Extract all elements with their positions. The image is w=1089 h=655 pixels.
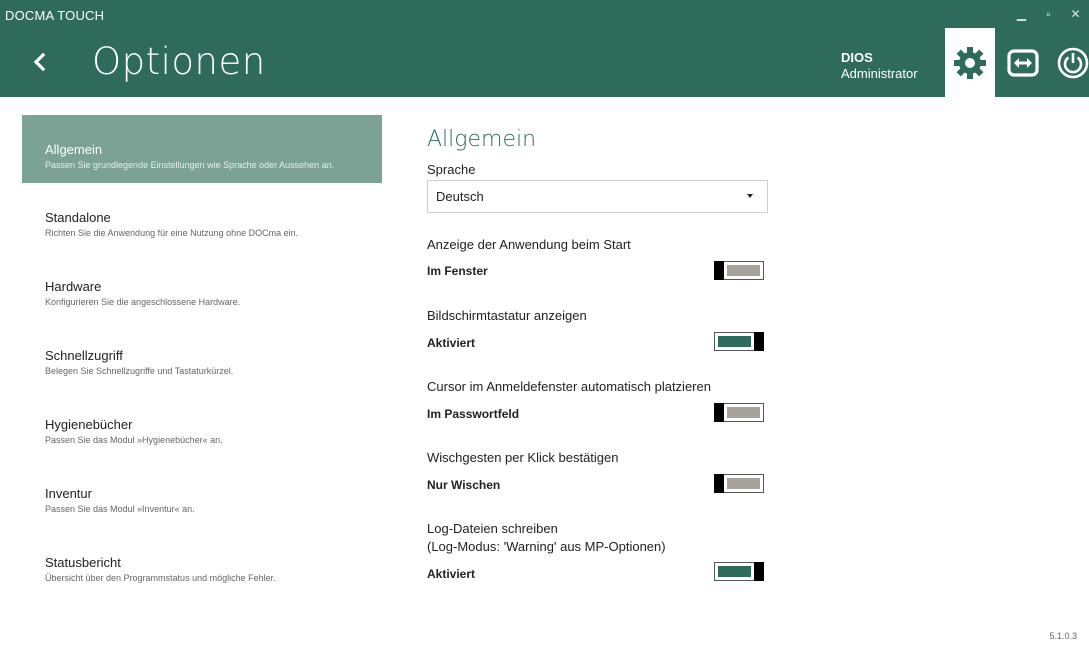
sidebar-item-desc: Konfigurieren Sie die angeschlossene Har…	[45, 297, 241, 307]
toggle-track	[718, 336, 751, 347]
toggle-onscreen-keyboard[interactable]	[714, 332, 764, 351]
user-name: DIOS	[841, 50, 873, 65]
version-label: 5.1.0.3	[1049, 631, 1077, 641]
sidebar-item-title: Schnellzugriff	[45, 348, 123, 363]
maximize-button[interactable]: ▫	[1035, 4, 1062, 24]
section-title: Allgemein	[427, 127, 537, 152]
setting-value-start-display: Im Fenster	[427, 264, 488, 278]
settings-button[interactable]	[945, 28, 995, 97]
sidebar-item-hardware[interactable]: Hardware Konfigurieren Sie die angeschlo…	[22, 252, 382, 321]
sidebar-item-desc: Passen Sie grundlegende Einstellungen wi…	[45, 160, 335, 170]
close-button[interactable]: ✕	[1062, 4, 1089, 24]
toggle-thumb	[714, 474, 724, 493]
remote-button[interactable]	[998, 28, 1048, 97]
sidebar-item-title: Hygienebücher	[45, 417, 133, 432]
sidebar-item-desc: Übersicht über den Programmstatus und mö…	[45, 573, 276, 583]
toggle-swipe-gestures[interactable]	[714, 474, 764, 493]
options-sidebar: Allgemein Passen Sie grundlegende Einste…	[22, 115, 382, 597]
setting-label-cursor-placement: Cursor im Anmeldefenster automatisch pla…	[427, 379, 711, 394]
sidebar-item-desc: Richten Sie die Anwendung für eine Nutzu…	[45, 228, 299, 238]
toggle-thumb	[714, 261, 724, 280]
toggle-track	[718, 566, 751, 577]
toggle-track	[727, 265, 760, 276]
sidebar-item-hygienebuecher[interactable]: Hygienebücher Passen Sie das Modul »Hygi…	[22, 390, 382, 459]
remote-arrows-icon	[1007, 48, 1039, 77]
toggle-thumb	[754, 562, 764, 581]
setting-value-swipe-gestures: Nur Wischen	[427, 478, 501, 492]
sidebar-item-desc: Passen Sie das Modul »Inventur« an.	[45, 504, 195, 514]
app-title: DOCMA TOUCH	[5, 8, 105, 23]
setting-label-onscreen-keyboard: Bildschirmtastatur anzeigen	[427, 308, 587, 323]
sidebar-item-schnellzugriff[interactable]: Schnellzugriff Belegen Sie Schnellzugrif…	[22, 321, 382, 390]
toggle-start-display[interactable]	[714, 261, 764, 280]
window-controls: ▁ ▫ ✕	[1008, 4, 1089, 24]
toggle-thumb	[754, 332, 764, 351]
power-button[interactable]	[1048, 28, 1089, 97]
sidebar-item-title: Allgemein	[45, 142, 103, 157]
sidebar-item-inventur[interactable]: Inventur Passen Sie das Modul »Inventur«…	[22, 459, 382, 528]
setting-value-onscreen-keyboard: Aktiviert	[427, 336, 476, 350]
sidebar-item-statusbericht[interactable]: Statusbericht Übersicht über den Program…	[22, 528, 382, 597]
sidebar-item-title: Inventur	[45, 486, 92, 501]
user-role: Administrator	[841, 66, 918, 81]
sidebar-item-desc: Passen Sie das Modul »Hygienebücher« an.	[45, 435, 223, 445]
page-title: Optionen	[92, 40, 266, 83]
user-info: DIOS Administrator	[841, 50, 918, 82]
setting-label-swipe-gestures: Wischgesten per Klick bestätigen	[427, 450, 619, 465]
sidebar-item-title: Standalone	[45, 210, 111, 225]
sidebar-item-desc: Belegen Sie Schnellzugriffe und Tastatur…	[45, 366, 234, 376]
setting-label-log-mode: (Log-Modus: 'Warning' aus MP-Optionen)	[427, 539, 666, 554]
setting-value-log-files: Aktiviert	[427, 567, 476, 581]
back-icon	[33, 52, 46, 72]
minimize-button[interactable]: ▁	[1008, 4, 1035, 24]
toggle-track	[727, 407, 760, 418]
chevron-down-icon	[747, 194, 753, 198]
language-select-value: Deutsch	[436, 189, 484, 204]
sidebar-item-allgemein[interactable]: Allgemein Passen Sie grundlegende Einste…	[22, 115, 382, 183]
toggle-cursor-placement[interactable]	[714, 403, 764, 422]
setting-label-log-files: Log-Dateien schreiben	[427, 521, 558, 536]
setting-label-start-display: Anzeige der Anwendung beim Start	[427, 237, 631, 252]
sidebar-item-standalone[interactable]: Standalone Richten Sie die Anwendung für…	[22, 183, 382, 252]
back-button[interactable]	[28, 47, 52, 77]
toggle-log-files[interactable]	[714, 562, 764, 581]
language-label: Sprache	[427, 162, 476, 177]
sidebar-item-title: Statusbericht	[45, 555, 121, 570]
gear-icon	[954, 46, 986, 79]
setting-value-cursor-placement: Im Passwortfeld	[427, 407, 520, 421]
header-bar: DOCMA TOUCH ▁ ▫ ✕ Optionen DIOS Administ…	[0, 0, 1089, 97]
language-select[interactable]: Deutsch	[427, 180, 768, 213]
sidebar-item-title: Hardware	[45, 279, 102, 294]
toggle-thumb	[714, 403, 724, 422]
power-icon	[1057, 47, 1089, 78]
toggle-track	[727, 478, 760, 489]
